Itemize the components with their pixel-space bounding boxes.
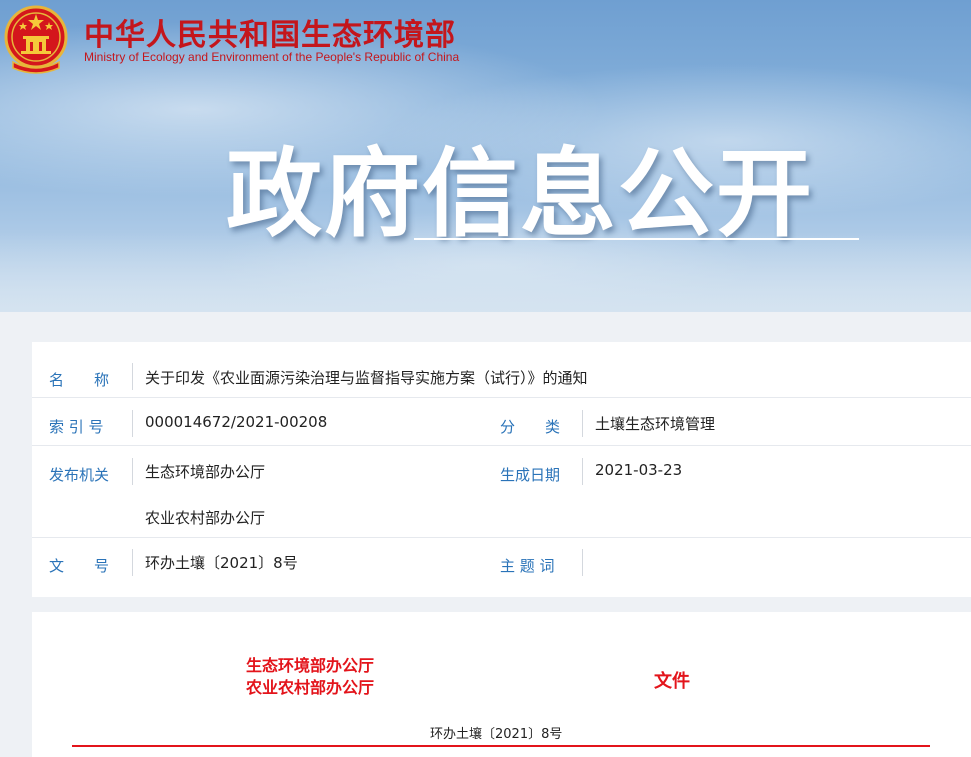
national-emblem-icon[interactable] <box>3 4 69 74</box>
category-label: 分 类 <box>500 418 561 436</box>
document-issuer-2: 农业农村部办公厅 <box>246 678 375 697</box>
issuer-separator <box>132 458 133 485</box>
info-row-issuer: 发布机关 生态环境部办公厅 农业农村部办公厅 生成日期 2021-03-23 <box>32 446 971 538</box>
date-separator <box>582 458 583 485</box>
issuer-value-1: 生态环境部办公厅 <box>145 463 266 481</box>
keywords-label: 主 题 词 <box>500 557 555 575</box>
info-row-docno: 文 号 环办土壤〔2021〕8号 主 题 词 <box>32 538 971 597</box>
category-separator <box>582 410 583 437</box>
docno-separator <box>132 549 133 576</box>
site-name-cn[interactable]: 中华人民共和国生态环境部 <box>84 10 456 54</box>
docno-value: 环办土壤〔2021〕8号 <box>145 554 298 572</box>
category-value: 土壤生态环境管理 <box>595 415 716 433</box>
document-issuers: 生态环境部办公厅 农业农村部办公厅 <box>246 655 374 699</box>
docno-label: 文 号 <box>49 557 110 575</box>
info-row-name: 名 称 关于印发《农业面源污染治理与监督指导实施方案（试行）》的通知 <box>32 342 971 398</box>
keywords-separator <box>582 549 583 576</box>
info-row-index: 索 引 号 000014672/2021-00208 分 类 土壤生态环境管理 <box>32 398 971 446</box>
document-issuer-1: 生态环境部办公厅 <box>246 656 375 675</box>
index-label: 索 引 号 <box>49 418 104 436</box>
issuer-label: 发布机关 <box>49 466 110 484</box>
index-value: 000014672/2021-00208 <box>145 413 328 431</box>
document-red-rule <box>72 745 930 747</box>
banner-underline <box>414 238 859 240</box>
header-banner: 中华人民共和国生态环境部 Ministry of Ecology and Env… <box>0 0 971 312</box>
name-label: 名 称 <box>49 371 110 389</box>
date-value: 2021-03-23 <box>595 461 683 479</box>
banner-title: 政府信息公开 <box>226 138 814 250</box>
issuer-value-2: 农业农村部办公厅 <box>145 509 266 527</box>
name-value: 关于印发《农业面源污染治理与监督指导实施方案（试行）》的通知 <box>145 369 588 387</box>
document-number: 环办土壤〔2021〕8号 <box>430 727 563 742</box>
index-separator <box>132 410 133 437</box>
site-name-en[interactable]: Ministry of Ecology and Environment of t… <box>84 50 459 64</box>
info-panel: 名 称 关于印发《农业面源污染治理与监督指导实施方案（试行）》的通知 索 引 号… <box>32 342 971 597</box>
date-label: 生成日期 <box>500 466 561 484</box>
name-separator <box>132 363 133 390</box>
document-panel: 生态环境部办公厅 农业农村部办公厅 文件 环办土壤〔2021〕8号 <box>32 612 971 757</box>
document-wenjian: 文件 <box>654 671 690 692</box>
